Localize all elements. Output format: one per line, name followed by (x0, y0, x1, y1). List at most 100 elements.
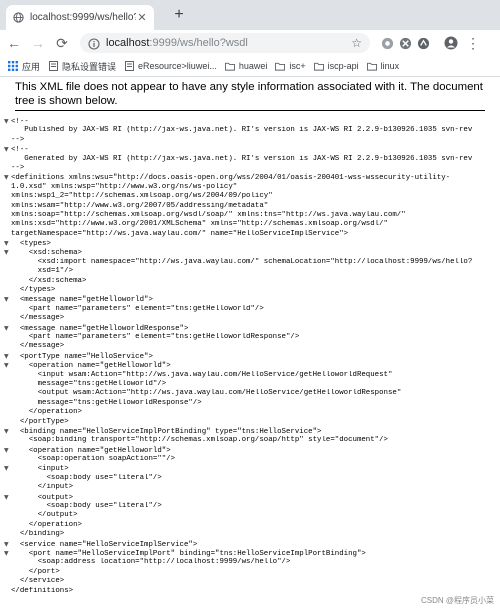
bookmark-label: linux (380, 61, 400, 71)
url-path: :9999/ws/hello?wsdl (149, 37, 248, 49)
xml-line: </message> (4, 342, 498, 351)
xml-line-text: <input> (11, 465, 69, 474)
xml-line-text: <message name="getHelloworldResponse"> (11, 324, 189, 333)
xml-line: </port> (4, 568, 498, 577)
collapse-triangle-icon[interactable]: ▼ (4, 117, 11, 126)
xml-line: </types> (4, 286, 498, 295)
xml-line-text: </definitions> (11, 586, 74, 595)
bookmark-label: iscp-api (327, 61, 359, 71)
bookmark-eresource[interactable]: eResource>liuwei... (124, 61, 217, 71)
bookmark-folder-iscp-api[interactable]: iscp-api (313, 61, 359, 71)
xml-line: ▼ <xsd:schema> (4, 248, 498, 257)
collapse-triangle-icon[interactable]: ▼ (4, 173, 11, 182)
xml-line: ▼ <port name="HelloServiceImplPort" bind… (4, 549, 498, 558)
xml-line: xmlns:wsp1_2="http://schemas.xmlsoap.org… (4, 192, 498, 201)
collapse-triangle-icon[interactable]: ▼ (4, 493, 11, 502)
collapse-triangle-icon[interactable]: ▼ (4, 540, 11, 549)
xml-line: <soap:body use="literal"/> (4, 474, 498, 483)
bookmark-apps[interactable]: 应用 (8, 60, 40, 73)
xml-line-text: <operation name="getHelloworld"> (11, 362, 171, 371)
bookmark-folder-linux[interactable]: linux (366, 61, 400, 71)
collapse-triangle-icon[interactable]: ▼ (4, 464, 11, 473)
xml-line-text: --> (11, 163, 25, 172)
xml-line-text: <soap:operation soapAction=""/> (11, 455, 176, 464)
info-icon[interactable] (88, 37, 100, 50)
extension-icon[interactable] (380, 36, 394, 50)
browser-tab[interactable]: localhost:9999/ws/hello?wsdl ✕ (6, 5, 154, 30)
xml-line-text: <soap:binding transport="http://schemas.… (11, 436, 388, 445)
collapse-triangle-icon[interactable]: ▼ (4, 352, 11, 361)
blocker-extension-icon[interactable] (398, 36, 412, 50)
collapse-triangle-icon[interactable]: ▼ (4, 145, 11, 154)
collapse-triangle-icon[interactable]: ▼ (4, 427, 11, 436)
xml-line: </binding> (4, 530, 498, 539)
xml-line: xmlns:wsam="http://www.w3.org/2007/05/ad… (4, 202, 498, 211)
xml-line-text: </message> (11, 342, 65, 351)
xml-line-text: <definitions xmlns:wsu="http://docs.oasi… (11, 174, 451, 183)
close-tab-icon[interactable]: ✕ (136, 11, 148, 24)
bookmark-star-icon[interactable]: ☆ (351, 36, 362, 50)
xml-line: <soap:operation soapAction=""/> (4, 455, 498, 464)
page-icon (124, 61, 134, 71)
collapse-triangle-icon[interactable]: ▼ (4, 549, 11, 558)
xml-line-text: <message name="getHelloworld"> (11, 296, 153, 305)
xml-line: ▼ <binding name="HelloServiceImplPortBin… (4, 427, 498, 436)
tab-strip: localhost:9999/ws/hello?wsdl ✕ + (0, 0, 500, 30)
xml-line: <output wsam:Action="http://ws.java.wayl… (4, 389, 498, 398)
xml-line-text: Generated by JAX-WS RI (http://jax-ws.ja… (11, 154, 473, 163)
xml-line: </operation> (4, 408, 498, 417)
xml-line-text: </xsd:schema> (11, 276, 87, 285)
xml-line-text: </operation> (11, 520, 82, 529)
collapse-triangle-icon[interactable]: ▼ (4, 361, 11, 370)
xml-line-text: <binding name="HelloServiceImplPortBindi… (11, 427, 322, 436)
xml-line-text: <port name="HelloServiceImplPort" bindin… (11, 549, 366, 558)
xml-line-text: xmlns:wsam="http://www.w3.org/2007/05/ad… (11, 201, 269, 210)
xml-line-text: <part name="parameters" element="tns:get… (11, 332, 300, 341)
xml-line-text: <soap:body use="literal"/> (11, 502, 162, 511)
bookmark-privacy-error[interactable]: 隐私设置错误 (48, 60, 116, 73)
tab-title: localhost:9999/ws/hello?wsdl (30, 12, 136, 23)
watermark: CSDN @程序员小菜 (420, 596, 494, 605)
xml-line-text: xsd=1"/> (11, 267, 74, 276)
account-avatar-icon[interactable] (444, 36, 458, 50)
url-text: localhost:9999/ws/hello?wsdl (106, 37, 351, 49)
reload-button[interactable]: ⟳ (52, 35, 72, 52)
collapse-triangle-icon[interactable]: ▼ (4, 248, 11, 257)
xml-line-text: <service name="HelloServiceImplService"> (11, 540, 198, 549)
collapse-triangle-icon[interactable]: ▼ (4, 295, 11, 304)
globe-icon (12, 12, 24, 24)
xml-line: ▼ <operation name="getHelloworld"> (4, 446, 498, 455)
forward-button[interactable]: → (28, 35, 48, 51)
xml-line: ▼ <!-- (4, 145, 498, 154)
back-button[interactable]: ← (4, 35, 24, 51)
xml-line: </input> (4, 483, 498, 492)
xml-line: </output> (4, 511, 498, 520)
folder-icon (224, 61, 235, 71)
bookmark-folder-isc[interactable]: isc+ (275, 61, 306, 71)
xml-line-text: <!-- (11, 146, 29, 155)
bookmark-folder-huawei[interactable]: huawei (224, 61, 267, 71)
translate-extension-icon[interactable] (416, 36, 430, 50)
page-icon (48, 61, 58, 71)
xml-line: xsd=1"/> (4, 267, 498, 276)
xml-line-text: <input wsam:Action="http://ws.java.wayla… (11, 370, 393, 379)
collapse-triangle-icon[interactable]: ▼ (4, 239, 11, 248)
xml-line-text: </message> (11, 314, 65, 323)
collapse-triangle-icon[interactable]: ▼ (4, 446, 11, 455)
xml-line-text: </types> (11, 286, 56, 295)
xml-line: ▼ <message name="getHelloworldResponse"> (4, 324, 498, 333)
browser-menu-button[interactable]: ⋮ (466, 35, 480, 51)
xml-line-text: <output wsam:Action="http://ws.java.wayl… (11, 389, 402, 398)
new-tab-button[interactable]: + (170, 6, 188, 24)
xml-line-text: xmlns:wsp1_2="http://schemas.xmlsoap.org… (11, 192, 273, 201)
address-bar[interactable]: localhost:9999/ws/hello?wsdl ☆ (80, 33, 370, 53)
xml-line: </operation> (4, 521, 498, 530)
xml-line-text: <soap:body use="literal"/> (11, 473, 162, 482)
collapse-triangle-icon[interactable]: ▼ (4, 324, 11, 333)
xml-line: xmlns:xsd="http://www.w3.org/2001/XMLSch… (4, 220, 498, 229)
xml-line-text: xmlns:soap="http://schemas.xmlsoap.org/w… (11, 210, 406, 219)
xml-line: <xsd:import namespace="http://ws.java.wa… (4, 258, 498, 267)
folder-icon (275, 61, 286, 71)
xml-line: <soap:binding transport="http://schemas.… (4, 436, 498, 445)
bookmark-label: isc+ (289, 61, 306, 71)
